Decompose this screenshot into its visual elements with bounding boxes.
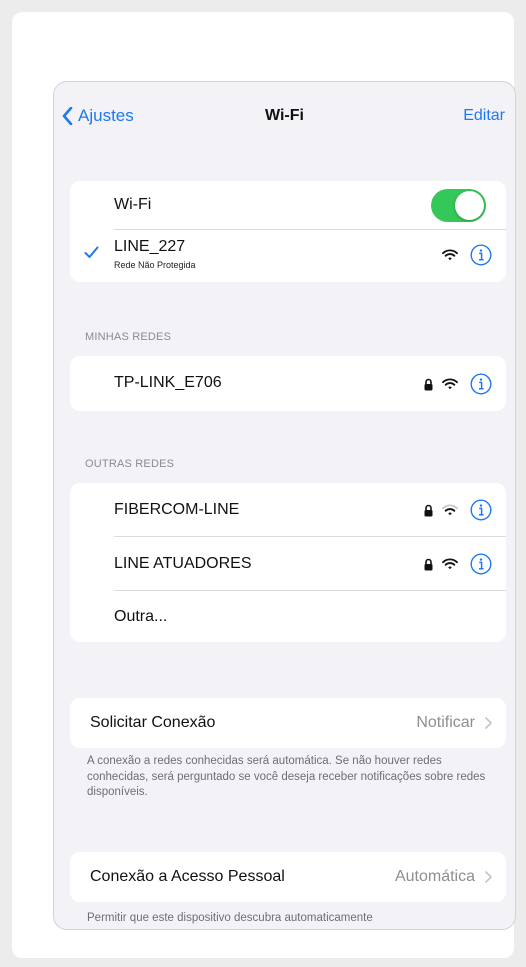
chevron-right-icon [485, 871, 492, 883]
wifi-signal-icon [442, 378, 458, 390]
chevron-right-icon [485, 717, 492, 729]
ask-to-join-value-text: Notificar [416, 714, 475, 731]
other-networks-group: FIBERCOM-LINE LINE ATUADORES Outra... [70, 483, 506, 642]
my-networks-header: MINHAS REDES [85, 331, 172, 343]
network-row[interactable]: FIBERCOM-LINE [70, 483, 506, 537]
hotspot-value-text: Automática [394, 868, 475, 885]
connected-network-subtitle: Rede Não Protegida [114, 260, 196, 270]
network-name: LINE ATUADORES [114, 555, 252, 572]
lock-icon [424, 504, 433, 516]
page-title: Wi-Fi [265, 107, 304, 124]
wifi-toggle[interactable] [431, 189, 486, 222]
edit-button[interactable]: Editar [463, 107, 505, 125]
info-icon[interactable] [470, 553, 492, 575]
other-networks-header: OUTRAS REDES [85, 458, 175, 470]
network-icons [423, 499, 492, 521]
ask-to-join-value: Notificar [416, 714, 492, 732]
navigation-bar: Ajustes Wi-Fi Editar [54, 82, 515, 152]
lock-icon [424, 558, 433, 570]
wifi-group: Wi-Fi LINE_227 Rede Não Protegida [70, 181, 506, 282]
ask-to-join-row[interactable]: Solicitar Conexão Notificar [70, 698, 506, 748]
wifi-toggle-label: Wi-Fi [114, 196, 152, 213]
lock-icon [424, 378, 433, 390]
hotspot-description: Permitir que este dispositivo descubra a… [87, 912, 373, 924]
wifi-signal-weak-icon [442, 504, 458, 516]
network-name: FIBERCOM-LINE [114, 501, 240, 518]
info-icon[interactable] [470, 244, 492, 266]
other-network-label: Outra... [114, 608, 168, 625]
checkmark-icon [84, 246, 99, 258]
hotspot-label: Conexão a Acesso Pessoal [90, 868, 285, 885]
hotspot-row[interactable]: Conexão a Acesso Pessoal Automática [70, 852, 506, 902]
network-row[interactable]: LINE ATUADORES [70, 537, 506, 591]
wifi-settings-screen: Ajustes Wi-Fi Editar Wi-Fi LINE_227 Rede… [53, 81, 516, 930]
connected-network-icons [442, 244, 492, 266]
wifi-toggle-row: Wi-Fi [70, 181, 506, 230]
ask-to-join-label: Solicitar Conexão [90, 714, 216, 731]
network-row[interactable]: TP-LINK_E706 [70, 356, 506, 411]
connected-network-row[interactable]: LINE_227 Rede Não Protegida [70, 230, 506, 282]
my-networks-group: TP-LINK_E706 [70, 356, 506, 411]
wifi-signal-icon [442, 558, 458, 570]
screenshot-card: Ajustes Wi-Fi Editar Wi-Fi LINE_227 Rede… [12, 12, 516, 958]
info-icon[interactable] [470, 499, 492, 521]
other-network-row[interactable]: Outra... [70, 591, 506, 642]
toggle-knob [455, 191, 484, 220]
wifi-signal-icon [442, 249, 458, 261]
hotspot-value: Automática [395, 868, 492, 886]
ask-to-join-group: Solicitar Conexão Notificar [70, 698, 506, 748]
hotspot-group: Conexão a Acesso Pessoal Automática [70, 852, 506, 902]
info-icon[interactable] [470, 373, 492, 395]
ask-to-join-description: A conexão a redes conhecidas será automá… [87, 755, 486, 798]
network-icons [423, 373, 492, 395]
connected-network-name: LINE_227 [114, 238, 186, 255]
network-icons [423, 553, 492, 575]
network-name: TP-LINK_E706 [114, 374, 222, 391]
